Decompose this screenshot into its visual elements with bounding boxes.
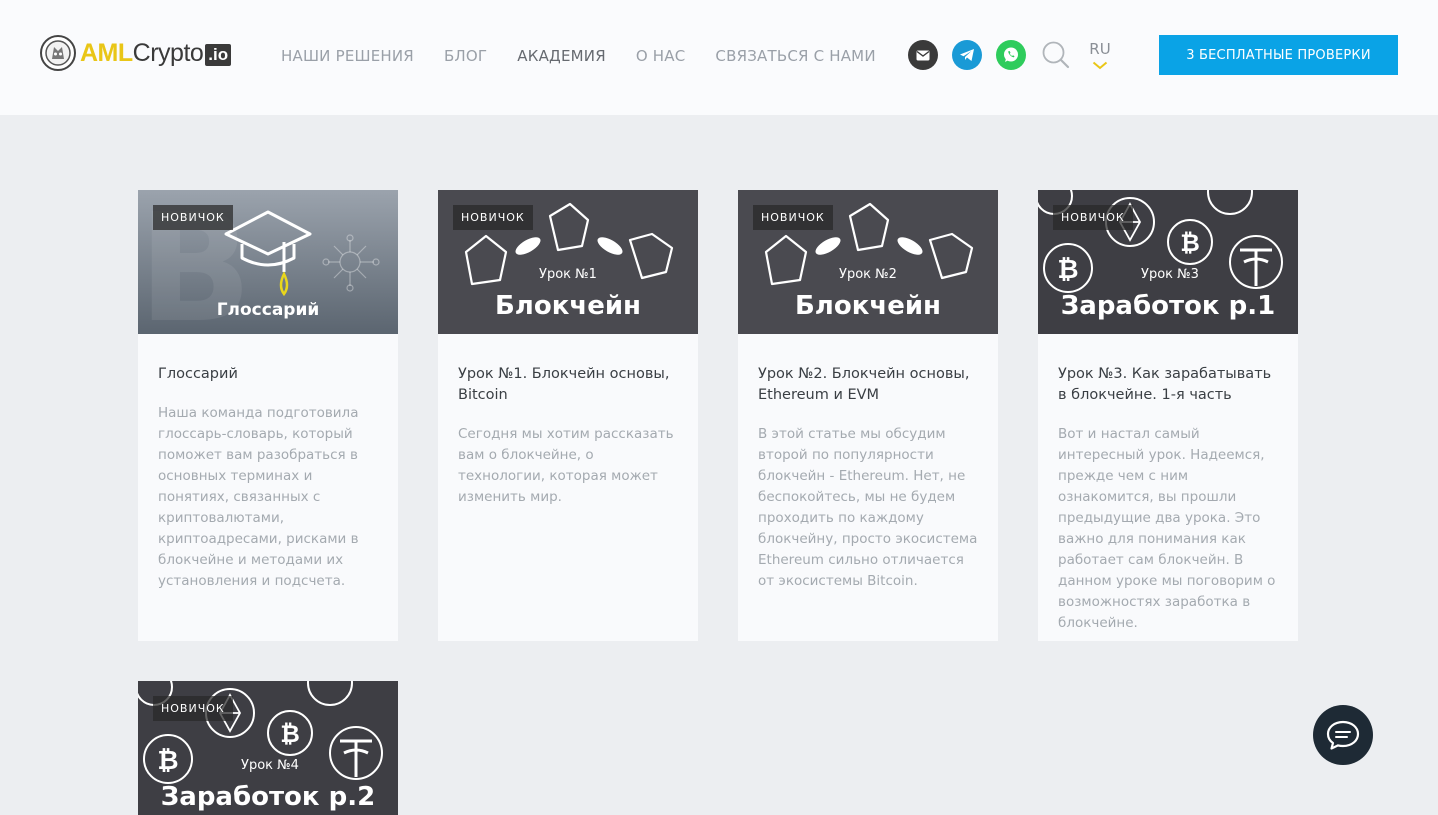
article-card-lesson-2[interactable]: Урок №2 Блокчейн НОВИЧОК Урок №2. Блокче… xyxy=(738,190,998,641)
level-badge: НОВИЧОК xyxy=(453,205,533,230)
logo-text-io: .io xyxy=(205,44,232,66)
chat-bubble-icon[interactable] xyxy=(1313,705,1373,765)
nav-item-academy[interactable]: АКАДЕМИЯ xyxy=(517,47,606,65)
logo-text-aml: AML xyxy=(80,38,133,67)
card-title[interactable]: Урок №3. Как зарабатывать в блокчейне. 1… xyxy=(1058,364,1278,406)
logo-emblem-icon xyxy=(40,35,76,71)
search-icon[interactable] xyxy=(1041,40,1071,70)
card-description: Наша команда подготовила глоссарь-словар… xyxy=(158,405,359,589)
main-nav: НАШИ РЕШЕНИЯ БЛОГ АКАДЕМИЯ О НАС СВЯЗАТЬ… xyxy=(281,45,906,67)
free-checks-button[interactable]: 3 БЕСПЛАТНЫЕ ПРОВЕРКИ xyxy=(1159,35,1398,75)
level-badge: НОВИЧОК xyxy=(153,696,233,721)
nav-item-blog[interactable]: БЛОГ xyxy=(444,47,487,65)
card-image-title: Заработок р.1 xyxy=(1061,291,1275,321)
article-card-lesson-4[interactable]: ₿ ₿ Урок №4 Заработок р.2 НОВИЧОК xyxy=(138,681,398,815)
site-logo[interactable]: AML Crypto .io xyxy=(40,35,232,71)
article-card-glossary[interactable]: B Глоссарий НОВИЧОК Глоссарий Наша коман… xyxy=(138,190,398,641)
mail-icon[interactable] xyxy=(908,40,938,70)
card-image: Урок №2 Блокчейн НОВИЧОК xyxy=(738,190,998,334)
card-image-subtitle: Урок №1 xyxy=(539,267,597,282)
card-image: Урок №1 Блокчейн НОВИЧОК xyxy=(438,190,698,334)
nav-item-about[interactable]: О НАС xyxy=(636,47,686,65)
card-image-title: Блокчейн xyxy=(495,291,641,321)
card-title[interactable]: Урок №2. Блокчейн основы, Ethereum и EVM xyxy=(758,364,978,406)
card-image-title: Блокчейн xyxy=(795,291,941,321)
card-image-title: Заработок р.2 xyxy=(161,782,375,812)
nav-item-solutions[interactable]: НАШИ РЕШЕНИЯ xyxy=(281,47,414,65)
card-image-subtitle: Урок №3 xyxy=(1141,267,1199,282)
card-image-subtitle: Урок №4 xyxy=(241,758,299,773)
card-image-subtitle: Урок №2 xyxy=(839,267,897,282)
svg-text:₿: ₿ xyxy=(1057,255,1078,285)
article-card-lesson-3[interactable]: ₿ ₿ Урок №3 Заработок р.1 НОВИЧОК Урок №… xyxy=(1038,190,1298,641)
level-badge: НОВИЧОК xyxy=(1053,205,1133,230)
telegram-icon[interactable] xyxy=(952,40,982,70)
svg-text:₿: ₿ xyxy=(280,720,300,748)
whatsapp-icon[interactable] xyxy=(996,40,1026,70)
svg-text:₿: ₿ xyxy=(1180,229,1200,257)
card-image: B Глоссарий НОВИЧОК xyxy=(138,190,398,334)
card-image: ₿ ₿ Урок №3 Заработок р.1 НОВИЧОК xyxy=(1038,190,1298,334)
logo-text-crypto: Crypto xyxy=(132,38,204,67)
language-label: RU xyxy=(1089,40,1111,58)
card-title[interactable]: Урок №1. Блокчейн основы, Bitcoin xyxy=(458,364,678,406)
card-image-title: Глоссарий xyxy=(217,300,320,320)
svg-text:₿: ₿ xyxy=(157,746,178,776)
chevron-down-icon xyxy=(1092,61,1108,70)
level-badge: НОВИЧОК xyxy=(153,205,233,230)
card-description: Вот и настал самый интересный урок. Наде… xyxy=(1058,426,1276,631)
card-description: В этой статье мы обсудим второй по попул… xyxy=(758,426,978,589)
card-description: Сегодня мы хотим рассказать вам о блокче… xyxy=(458,426,674,505)
nav-item-contact[interactable]: СВЯЗАТЬСЯ С НАМИ xyxy=(715,47,875,65)
language-switcher[interactable]: RU xyxy=(1089,40,1111,70)
level-badge: НОВИЧОК xyxy=(753,205,833,230)
site-header: AML Crypto .io НАШИ РЕШЕНИЯ БЛОГ АКАДЕМИ… xyxy=(0,0,1438,115)
article-card-lesson-1[interactable]: Урок №1 Блокчейн НОВИЧОК Урок №1. Блокче… xyxy=(438,190,698,641)
card-title[interactable]: Глоссарий xyxy=(158,364,378,385)
card-image: ₿ ₿ Урок №4 Заработок р.2 НОВИЧОК xyxy=(138,681,398,815)
